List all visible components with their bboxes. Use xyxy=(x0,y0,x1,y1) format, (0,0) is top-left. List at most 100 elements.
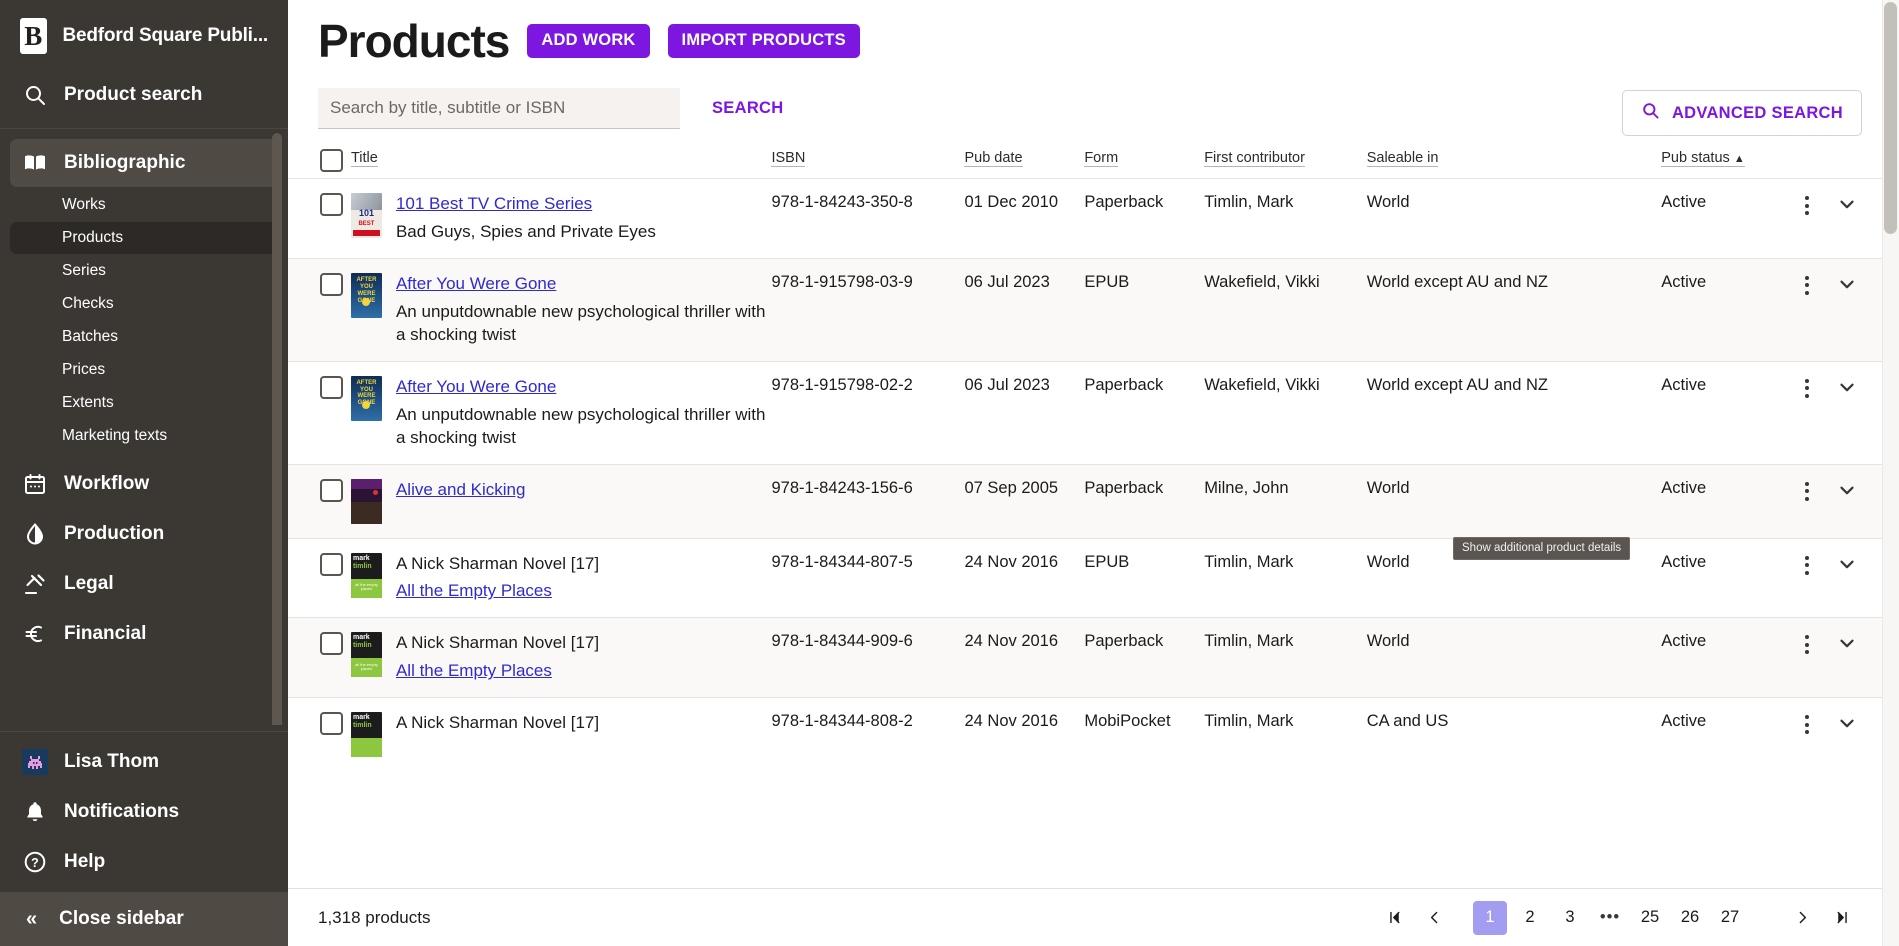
row-checkbox[interactable] xyxy=(320,193,343,216)
product-title-link[interactable]: 101 Best TV Crime Series xyxy=(396,193,592,216)
sidebar-item-workflow[interactable]: Workflow xyxy=(10,460,278,508)
search-button[interactable]: SEARCH xyxy=(712,99,783,118)
sidebar-item-batches[interactable]: Batches xyxy=(10,321,278,353)
sidebar-item-label: Workflow xyxy=(64,473,150,494)
sidebar-item-works[interactable]: Works xyxy=(10,189,278,221)
euro-icon xyxy=(22,621,48,647)
pagination-prev[interactable] xyxy=(1417,901,1451,935)
sidebar-item-bibliographic[interactable]: Bibliographic xyxy=(10,139,278,187)
page-scrollbar-thumb[interactable] xyxy=(1884,2,1897,234)
table-row[interactable]: AFTER YOU WERE GONE After You Were Gone … xyxy=(288,257,1899,362)
add-work-button[interactable]: ADD WORK xyxy=(527,24,650,58)
row-actions-cell xyxy=(1783,463,1836,538)
column-header-pub-date[interactable]: Pub date xyxy=(964,143,1084,179)
sidebar-item-notifications[interactable]: Notifications xyxy=(10,788,278,836)
pagination-first[interactable] xyxy=(1377,901,1411,935)
products-table: Title ISBN Pub date Form First contribut xyxy=(288,143,1899,772)
row-isbn: 978-1-84344-807-5 xyxy=(771,537,965,618)
sidebar-item-help[interactable]: ? Help xyxy=(10,838,278,886)
row-checkbox[interactable] xyxy=(320,632,343,656)
row-pub-status: Active xyxy=(1661,257,1784,362)
sidebar-item-marketing-texts[interactable]: Marketing texts xyxy=(10,420,278,452)
sidebar-item-user[interactable]: Lisa Thom xyxy=(10,738,278,786)
sidebar-item-extents[interactable]: Extents xyxy=(10,387,278,419)
close-sidebar-button[interactable]: « Close sidebar xyxy=(0,892,288,946)
row-checkbox[interactable] xyxy=(320,552,343,576)
row-checkbox[interactable] xyxy=(320,375,343,399)
row-pub-status: Active xyxy=(1661,537,1784,618)
help-circle-icon: ? xyxy=(22,849,48,875)
column-header-form[interactable]: Form xyxy=(1084,143,1204,179)
import-products-button[interactable]: IMPORT PRODUCTS xyxy=(667,24,860,58)
more-options-icon[interactable] xyxy=(1783,479,1830,501)
pagination-last[interactable] xyxy=(1825,901,1859,935)
row-title-cell: AFTER YOU WERE GONE After You Were Gone … xyxy=(350,360,772,464)
column-header-pub-status-label: Pub status ▲ xyxy=(1661,150,1745,167)
row-checkbox[interactable] xyxy=(320,712,343,736)
more-options-icon[interactable] xyxy=(1783,273,1830,295)
table-row[interactable]: AFTER YOU WERE GONE After You Were Gone … xyxy=(288,360,1899,464)
row-actions-cell xyxy=(1783,178,1836,259)
pagination-page-2[interactable]: 2 xyxy=(1513,901,1547,935)
pagination-page-1[interactable]: 1 xyxy=(1473,900,1507,935)
sidebar-item-production[interactable]: Production xyxy=(10,510,278,558)
column-header-pub-status[interactable]: Pub status ▲ xyxy=(1661,143,1783,179)
row-first-contributor: Wakefield, Vikki xyxy=(1204,257,1367,362)
table-row[interactable]: 101 BEST 101 Best TV Crime Series Bad Gu… xyxy=(288,178,1899,259)
row-checkbox[interactable] xyxy=(320,272,343,296)
sidebar-item-legal[interactable]: Legal xyxy=(10,560,278,608)
sidebar-nav-group: Bibliographic xyxy=(0,139,288,187)
sidebar-item-label: Financial xyxy=(64,623,147,644)
sidebar-item-prices[interactable]: Prices xyxy=(10,354,278,386)
sidebar-item-financial[interactable]: Financial xyxy=(10,610,278,658)
row-saleable-in: World xyxy=(1366,617,1662,698)
pagination-page-26[interactable]: 26 xyxy=(1673,901,1707,935)
sidebar-item-checks[interactable]: Checks xyxy=(10,288,278,320)
sidebar-product-search[interactable]: Product search xyxy=(0,68,288,129)
pagination-page-27[interactable]: 27 xyxy=(1713,901,1747,935)
product-title-link[interactable]: All the Empty Places xyxy=(396,580,552,603)
more-options-icon[interactable] xyxy=(1783,553,1830,575)
row-isbn: 978-1-915798-03-9 xyxy=(771,257,965,362)
sidebar-scrollbar[interactable] xyxy=(272,133,282,725)
search-input[interactable] xyxy=(318,88,680,129)
table-row[interactable]: Alive and Kicking 978-1-84243-156-6 07 S… xyxy=(288,463,1899,538)
row-saleable-in: World xyxy=(1366,463,1662,538)
pagination-page-3[interactable]: 3 xyxy=(1553,901,1587,935)
product-title-link[interactable]: After You Were Gone xyxy=(396,273,556,296)
column-header-isbn[interactable]: ISBN xyxy=(771,143,964,179)
row-actions-cell xyxy=(1783,537,1836,618)
more-options-icon[interactable] xyxy=(1783,376,1830,398)
row-select-cell xyxy=(288,463,351,538)
more-options-icon[interactable] xyxy=(1783,712,1830,735)
table-row[interactable]: mark timlin all the empty places A Nick … xyxy=(288,537,1899,618)
pagination-ellipsis: ••• xyxy=(1599,908,1621,926)
pagination-page-25[interactable]: 25 xyxy=(1633,901,1667,935)
product-title-link[interactable]: All the Empty Places xyxy=(396,660,552,683)
row-form: Paperback xyxy=(1084,178,1205,259)
advanced-search-button[interactable]: ADVANCED SEARCH xyxy=(1621,90,1862,136)
more-options-icon[interactable] xyxy=(1783,632,1830,655)
pagination-next[interactable] xyxy=(1785,901,1819,935)
brand[interactable]: B Bedford Square Publi... xyxy=(0,0,288,68)
column-header-pub-date-label: Pub date xyxy=(964,150,1023,167)
product-title-link[interactable]: Alive and Kicking xyxy=(396,479,525,502)
column-header-saleable-in[interactable]: Saleable in xyxy=(1366,143,1662,179)
book-cover-thumbnail: AFTER YOU WERE GONE xyxy=(350,375,382,421)
table-row[interactable]: mark timlin all the empty places A Nick … xyxy=(288,617,1899,698)
table-header-row: Title ISBN Pub date Form First contribut xyxy=(288,143,1899,179)
column-header-first-contributor[interactable]: First contributor xyxy=(1204,143,1367,179)
sidebar-item-series[interactable]: Series xyxy=(10,255,278,287)
row-isbn: 978-1-84243-350-8 xyxy=(771,178,965,259)
more-options-icon[interactable] xyxy=(1783,193,1830,215)
product-title-link[interactable]: After You Were Gone xyxy=(396,376,556,399)
product-subtitle: An unputdownable new psychological thril… xyxy=(395,301,766,344)
sidebar-item-products[interactable]: Products xyxy=(10,222,278,254)
row-pub-status: Active xyxy=(1661,617,1784,698)
row-title-cell: Alive and Kicking xyxy=(350,463,772,538)
select-all-checkbox[interactable] xyxy=(320,149,343,172)
row-checkbox[interactable] xyxy=(320,478,343,502)
row-select-cell xyxy=(288,257,351,362)
table-row[interactable]: mark timlin A Nick Sharman Novel [17] 97… xyxy=(288,697,1899,772)
column-header-title[interactable]: Title xyxy=(350,143,772,179)
